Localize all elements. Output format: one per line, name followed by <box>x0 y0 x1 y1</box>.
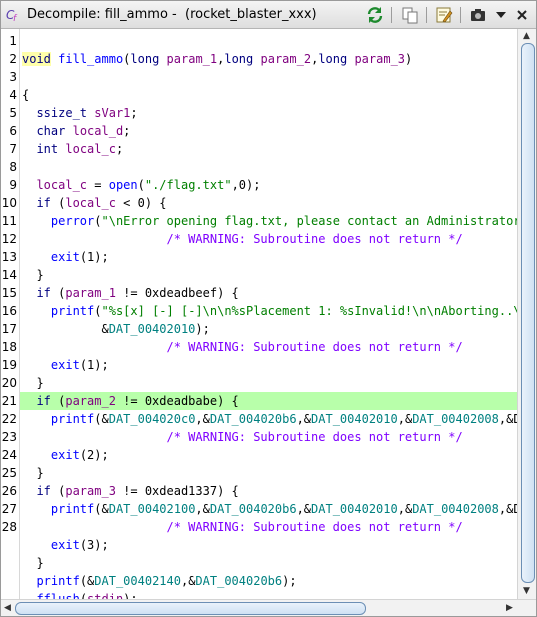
line-number: 23 <box>1 430 17 444</box>
line-number: 5 <box>9 106 17 120</box>
code-line[interactable]: exit(3); <box>22 536 109 554</box>
code-line[interactable]: void fill_ammo(long param_1,long param_2… <box>22 50 412 68</box>
code-line[interactable]: char local_d; <box>22 122 130 140</box>
line-number: 26 <box>1 484 17 498</box>
code-line[interactable]: printf(&DAT_00402140,&DAT_004020b6); <box>22 572 296 590</box>
horizontal-scrollbar[interactable]: ◀ ▶ <box>1 599 536 616</box>
horizontal-scroll-thumb[interactable] <box>15 602 366 615</box>
line-number: 27 <box>1 502 17 516</box>
code-line[interactable]: if (local_c < 0) { <box>22 194 166 212</box>
line-number-gutter: 1 2 3 4 5 6 7 8 9 10 11 12 13 14 15 16 17 18 19 20 21 22 23 24 2… <box>1 29 20 599</box>
scroll-right-arrow-icon[interactable]: ▶ <box>506 603 513 613</box>
decompiler-code-panel[interactable]: 1 2 3 4 5 6 7 8 9 10 11 12 13 14 15 16 17 18 19 20 21 22 23 24 2… <box>1 29 536 599</box>
line-number: 20 <box>1 376 17 390</box>
refresh-icon <box>367 7 383 23</box>
line-number: 15 <box>1 286 17 300</box>
code-line[interactable]: if (param_2 != 0xdeadbabe) { <box>22 392 238 410</box>
code-line[interactable]: /* WARNING: Subroutine does not return *… <box>22 428 463 446</box>
line-number: 14 <box>1 268 17 282</box>
code-area[interactable]: void fill_ammo(long param_1,long param_2… <box>20 29 517 599</box>
code-line[interactable]: } <box>22 554 43 572</box>
toolbar-separator <box>460 7 461 23</box>
close-button[interactable] <box>512 6 532 24</box>
scroll-down-arrow-icon[interactable]: ▼ <box>523 586 530 596</box>
snapshot-button[interactable] <box>468 6 488 24</box>
window-title: Decompile: fill_ammo - (rocket_blaster_x… <box>27 7 317 22</box>
line-number: 22 <box>1 412 17 426</box>
code-line[interactable]: local_c = open("./flag.txt",0); <box>22 176 260 194</box>
line-number: 21 <box>1 394 17 408</box>
line-number: 25 <box>1 466 17 480</box>
line-number: 24 <box>1 448 17 462</box>
code-line[interactable]: perror("\nError opening flag.txt, please… <box>22 212 517 230</box>
edit-function-signature-button[interactable] <box>434 6 454 24</box>
line-number: 6 <box>9 124 17 138</box>
decompiler-window: C f Decompile: fill_ammo - (rocket_blast… <box>0 0 537 617</box>
code-line[interactable]: } <box>22 266 43 284</box>
copy-button[interactable] <box>400 6 420 24</box>
decompile-icon: C f <box>6 8 18 22</box>
code-line[interactable]: fflush(stdin); <box>22 590 137 599</box>
line-number: 28 <box>1 520 17 534</box>
line-number: 16 <box>1 304 17 318</box>
copy-icon <box>402 7 418 24</box>
code-line[interactable]: exit(1); <box>22 248 109 266</box>
code-line[interactable]: if (param_3 != 0xdead1337) { <box>22 482 238 500</box>
vertical-scrollbar[interactable]: ▲ ▼ <box>517 29 536 599</box>
scroll-left-arrow-icon[interactable]: ◀ <box>4 603 11 613</box>
code-line[interactable]: /* WARNING: Subroutine does not return *… <box>22 230 463 248</box>
code-line[interactable]: /* WARNING: Subroutine does not return *… <box>22 338 463 356</box>
refresh-button[interactable] <box>365 6 385 24</box>
close-icon <box>517 10 527 20</box>
line-number: 7 <box>9 142 17 156</box>
code-line[interactable]: int local_c; <box>22 140 123 158</box>
line-number: 19 <box>1 358 17 372</box>
line-number: 17 <box>1 322 17 336</box>
code-line[interactable]: if (param_1 != 0xdeadbeef) { <box>22 284 238 302</box>
line-number: 12 <box>1 232 17 246</box>
toolbar-separator <box>391 7 392 23</box>
code-line[interactable]: /* WARNING: Subroutine does not return *… <box>22 518 463 536</box>
line-number: 13 <box>1 250 17 264</box>
toolbar-separator <box>426 7 427 23</box>
line-number: 3 <box>9 70 17 84</box>
code-line[interactable]: printf("%s[x] [-] [-]\n\n%sPlacement 1: … <box>22 302 517 320</box>
code-line[interactable]: } <box>22 374 43 392</box>
line-number: 2 <box>9 52 17 66</box>
line-number: 9 <box>9 178 17 192</box>
line-number: 8 <box>9 160 17 174</box>
line-number: 11 <box>1 214 17 228</box>
line-number: 4 <box>9 88 17 102</box>
edit-function-signature-icon <box>436 7 453 23</box>
code-line[interactable]: &DAT_00402010); <box>22 320 209 338</box>
code-line[interactable]: } <box>22 464 43 482</box>
code-line[interactable]: exit(2); <box>22 446 109 464</box>
code-line[interactable]: exit(1); <box>22 356 109 374</box>
code-line[interactable]: ssize_t sVar1; <box>22 104 137 122</box>
line-number: 18 <box>1 340 17 354</box>
code-line[interactable]: { <box>22 86 29 104</box>
menu-dropdown-button[interactable] <box>491 6 511 24</box>
code-line[interactable]: printf(&DAT_004020c0,&DAT_004020b6,&DAT_… <box>22 410 517 428</box>
code-line[interactable]: printf(&DAT_00402100,&DAT_004020b6,&DAT_… <box>22 500 517 518</box>
line-number: 1 <box>9 34 17 48</box>
line-number: 10 <box>1 196 17 210</box>
menu-dropdown-icon <box>496 12 506 18</box>
snapshot-icon <box>471 9 485 21</box>
title-bar: C f Decompile: fill_ammo - (rocket_blast… <box>1 1 536 29</box>
scroll-up-arrow-icon[interactable]: ▲ <box>523 31 530 41</box>
vertical-scroll-thumb[interactable] <box>521 43 535 583</box>
svg-text:f: f <box>13 14 18 22</box>
